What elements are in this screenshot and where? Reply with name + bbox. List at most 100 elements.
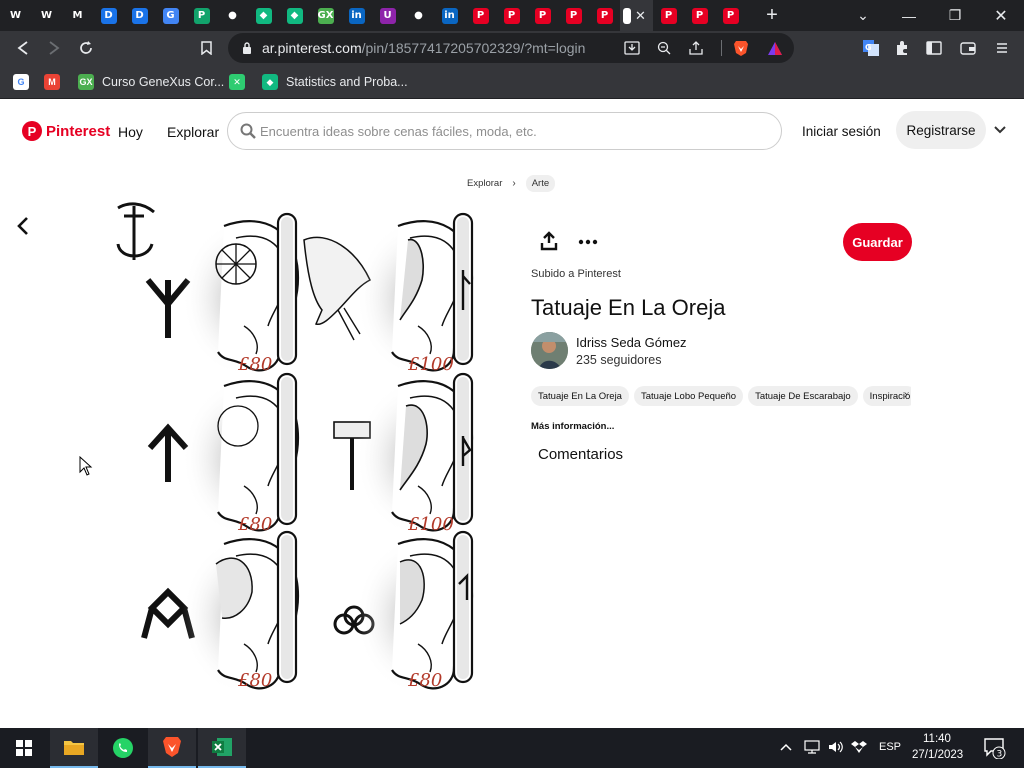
chevron-right-icon[interactable]: › — [904, 389, 908, 401]
gmail-icon: M — [44, 74, 60, 90]
brave-rewards-icon[interactable] — [764, 37, 786, 59]
bookmark-0[interactable]: G — [13, 72, 37, 92]
tab-right-0[interactable]: P — [653, 0, 684, 31]
pin-title: Tatuaje En La Oreja — [531, 295, 726, 320]
tab-13[interactable]: ● — [403, 0, 434, 31]
close-window-button[interactable]: ✕ — [978, 0, 1024, 31]
breadcrumb-explore[interactable]: Explorar — [467, 178, 502, 189]
tab-3[interactable]: D — [93, 0, 124, 31]
tab-14[interactable]: in — [434, 0, 465, 31]
breadcrumb-arte[interactable]: Arte — [525, 175, 556, 192]
close-icon[interactable]: ✕ — [635, 8, 646, 24]
address-bar[interactable]: ar.pinterest.com/pin/18577417205702329/?… — [228, 33, 794, 63]
file-explorer-icon[interactable] — [50, 728, 98, 768]
tab-active[interactable]: ✕ — [620, 0, 653, 31]
translate-icon: G — [162, 7, 179, 24]
nav-explore[interactable]: Explorar — [167, 124, 219, 140]
wallet-icon[interactable] — [957, 37, 979, 59]
tab-0[interactable]: W — [0, 0, 31, 31]
pin-image[interactable]: £80 £100 £80 £100 £80 £80 — [108, 200, 486, 694]
tab-11[interactable]: in — [341, 0, 372, 31]
notifications-icon[interactable]: 3 — [983, 737, 1007, 762]
tag-chip[interactable]: Tatuaje Lobo Pequeño — [633, 386, 744, 406]
tab-2[interactable]: M — [62, 0, 93, 31]
save-button[interactable]: Guardar — [843, 223, 912, 261]
pinterest-icon: P — [660, 7, 677, 24]
tab-5[interactable]: G — [155, 0, 186, 31]
back-icon[interactable] — [12, 37, 34, 59]
tab-12[interactable]: U — [372, 0, 403, 31]
tab-16[interactable]: P — [496, 0, 527, 31]
lock-icon[interactable] — [236, 37, 258, 59]
minimize-button[interactable]: — — [886, 0, 932, 31]
clock-time[interactable]: 11:40 — [923, 733, 951, 745]
volume-icon[interactable] — [828, 740, 844, 757]
bookmark-icon[interactable] — [195, 37, 217, 59]
linkedin-icon: in — [441, 7, 458, 24]
tab-4[interactable]: D — [124, 0, 155, 31]
tab-15[interactable]: P — [465, 0, 496, 31]
chevron-up-icon[interactable] — [780, 740, 792, 754]
language-indicator[interactable]: ESP — [879, 741, 901, 753]
zoom-out-icon[interactable] — [653, 37, 675, 59]
search-bar[interactable] — [227, 112, 782, 150]
dropbox-icon[interactable] — [851, 740, 867, 757]
author-name[interactable]: Idriss Seda Gómez — [576, 335, 687, 350]
reload-icon[interactable] — [75, 37, 97, 59]
tab-8[interactable]: ◆ — [248, 0, 279, 31]
browser-toolbar: ar.pinterest.com/pin/18577417205702329/?… — [0, 31, 1024, 65]
more-options-icon[interactable] — [577, 231, 601, 253]
google-icon: G — [13, 74, 29, 90]
tab-right-1[interactable]: P — [684, 0, 715, 31]
new-tab-button[interactable]: + — [752, 4, 792, 27]
bookmark-3[interactable]: ✕ — [229, 72, 253, 92]
share-icon[interactable] — [539, 231, 561, 253]
tab-19[interactable]: P — [589, 0, 620, 31]
tab-1[interactable]: W — [31, 0, 62, 31]
excel-icon[interactable] — [198, 728, 246, 768]
network-icon[interactable] — [804, 740, 820, 757]
mouse-cursor-icon — [79, 455, 93, 476]
extensions-icon[interactable] — [891, 37, 913, 59]
url-text[interactable]: ar.pinterest.com/pin/18577417205702329/?… — [262, 40, 585, 56]
forward-icon[interactable] — [43, 37, 65, 59]
pinterest-icon: P — [503, 7, 520, 24]
nav-today[interactable]: Hoy — [118, 124, 143, 140]
gem-icon: ◆ — [262, 74, 278, 90]
clock-date[interactable]: 27/1/2023 — [912, 749, 963, 761]
tab-7[interactable]: ● — [217, 0, 248, 31]
tag-chip[interactable]: Tatuaje En La Oreja — [531, 386, 629, 406]
chevron-down-icon[interactable] — [994, 123, 1006, 137]
avatar[interactable] — [531, 332, 568, 369]
pinterest-icon: P — [596, 7, 613, 24]
install-app-icon[interactable] — [621, 37, 643, 59]
tab-6[interactable]: P — [186, 0, 217, 31]
restore-button[interactable]: ❐ — [932, 0, 978, 31]
comments-heading[interactable]: Comentarios — [538, 446, 623, 463]
whatsapp-icon[interactable] — [99, 728, 147, 768]
pinterest-logo[interactable]: P Pinterest — [22, 121, 110, 141]
brave-shields-icon[interactable] — [730, 37, 752, 59]
menu-icon[interactable] — [991, 37, 1013, 59]
bookmark-2[interactable]: GX Curso GeneXus Cor... — [78, 72, 224, 92]
tab-17[interactable]: P — [527, 0, 558, 31]
tag-chip[interactable]: Tatuaje De Escarabajo — [748, 386, 858, 406]
translate-icon[interactable]: G — [860, 37, 882, 59]
register-button[interactable]: Registrarse — [896, 111, 986, 149]
tab-right-2[interactable]: P — [715, 0, 746, 31]
bookmark-1[interactable]: M — [44, 72, 68, 92]
tab-10[interactable]: GX — [310, 0, 341, 31]
windows-start-icon[interactable] — [0, 728, 48, 768]
tab-18[interactable]: P — [558, 0, 589, 31]
sidebar-icon[interactable] — [923, 37, 945, 59]
tab-9[interactable]: ◆ — [279, 0, 310, 31]
back-arrow-icon[interactable] — [16, 216, 36, 238]
more-info-link[interactable]: Más información... — [531, 421, 614, 432]
tab-search-chevron-icon[interactable]: ⌄ — [840, 0, 886, 31]
url-path: /pin/18577417205702329/?mt=login — [361, 40, 586, 56]
search-input[interactable] — [260, 121, 770, 141]
login-link[interactable]: Iniciar sesión — [802, 124, 881, 139]
share-page-icon[interactable] — [685, 37, 707, 59]
brave-browser-icon[interactable] — [148, 728, 196, 768]
bookmark-4[interactable]: ◆ Statistics and Proba... — [262, 72, 408, 92]
